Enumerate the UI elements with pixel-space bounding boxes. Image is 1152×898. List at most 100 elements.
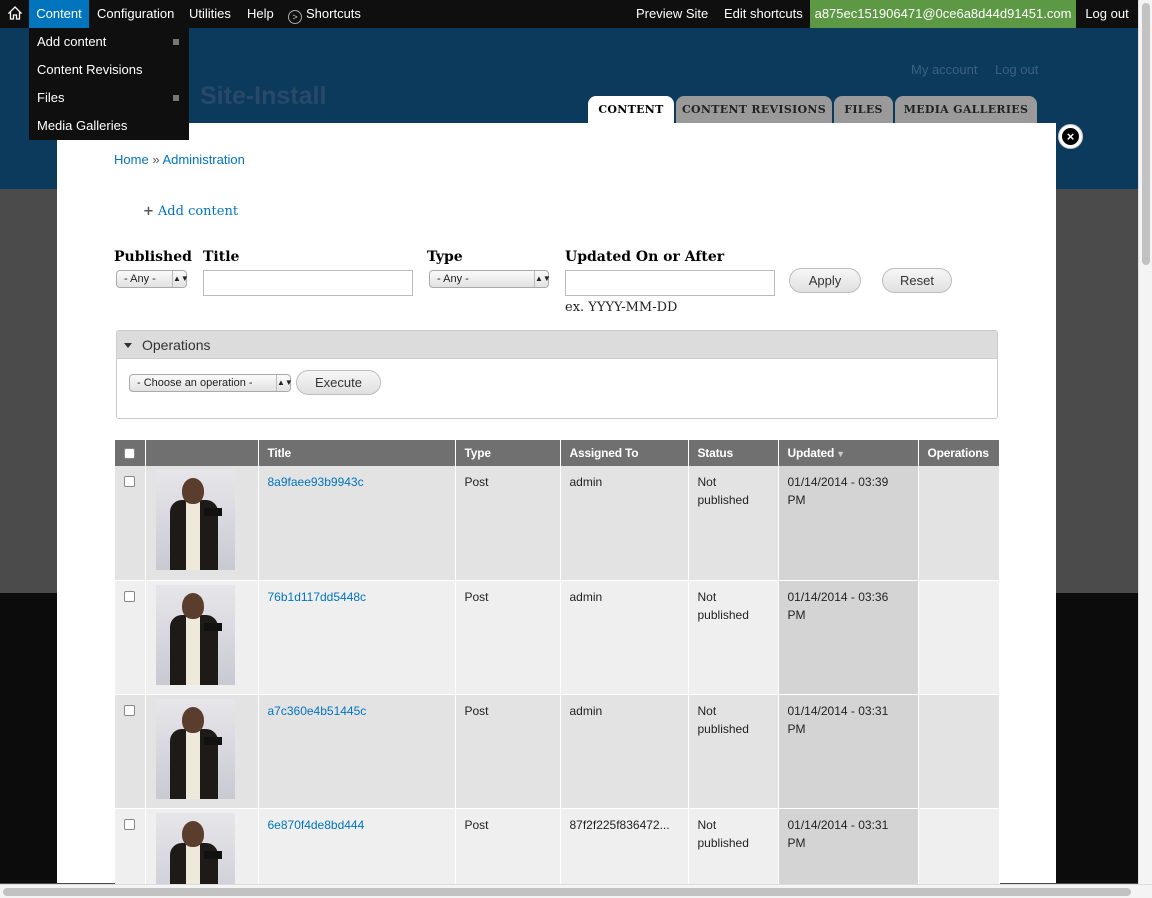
menu-item-content-revisions[interactable]: Content Revisions <box>37 56 187 84</box>
thumbnail-cell <box>145 466 259 581</box>
title-input[interactable] <box>203 270 413 296</box>
menu-item-media-galleries[interactable]: Media Galleries <box>37 112 187 140</box>
add-content-label: Add content <box>157 204 239 219</box>
vertical-scrollbar[interactable] <box>1138 0 1152 884</box>
assigned-cell: admin <box>560 466 689 581</box>
content-title-link[interactable]: a7c360e4b51445c <box>268 704 367 718</box>
type-select-value: - Any - <box>437 273 469 285</box>
vertical-scrollbar-thumb[interactable] <box>1142 3 1150 265</box>
home-button[interactable] <box>0 0 29 28</box>
header-logout-link[interactable]: Log out <box>995 62 1038 77</box>
edit-shortcuts-link[interactable]: Edit shortcuts <box>724 0 803 28</box>
tab-content[interactable]: CONTENT <box>588 96 674 123</box>
table-row: 8a9faee93b9943c Post admin Not published … <box>115 466 1000 581</box>
table-row: a7c360e4b51445c Post admin Not published … <box>115 694 1000 809</box>
row-checkbox[interactable] <box>124 476 135 487</box>
updated-line-1: 01/14/2014 - 03:31 <box>787 817 889 832</box>
status-line-2: published <box>697 835 749 850</box>
table-header-row: Title Type Assigned To Status Updated ▼ O… <box>115 440 1000 466</box>
header-assigned-to[interactable]: Assigned To <box>560 440 689 466</box>
header-type[interactable]: Type <box>455 440 561 466</box>
row-select-cell <box>115 694 146 809</box>
thumbnail-image[interactable] <box>155 584 235 685</box>
user-account-link[interactable]: a875ec151906471@0ce6a8d44d91451.com <box>810 0 1076 28</box>
type-cell: Post <box>455 580 561 695</box>
header-status[interactable]: Status <box>688 440 779 466</box>
operation-select[interactable]: - Choose an operation - ▲▼ <box>129 374 293 392</box>
published-select[interactable]: - Any - ▲▼ <box>116 270 189 288</box>
table-row: 76b1d117dd5448c Post admin Not published … <box>115 580 1000 695</box>
select-arrows-icon: ▲▼ <box>172 271 189 287</box>
menu-utilities[interactable]: Utilities <box>189 0 231 28</box>
thumbnail-image[interactable] <box>155 698 235 799</box>
admin-toolbar: Content Configuration Utilities Help > Sh… <box>0 0 1138 28</box>
date-format-hint: ex. YYYY-MM-DD <box>565 300 678 315</box>
menu-item-label: Content Revisions <box>37 62 143 77</box>
operations-legend[interactable]: Operations <box>117 331 997 359</box>
operations-cell <box>918 580 1000 695</box>
toolbar-logout-link[interactable]: Log out <box>1076 0 1138 28</box>
menu-help[interactable]: Help <box>247 0 274 28</box>
status-line-1: Not <box>697 589 717 604</box>
type-select[interactable]: - Any - ▲▼ <box>429 270 551 288</box>
apply-button[interactable]: Apply <box>789 268 861 293</box>
breadcrumb-administration[interactable]: Administration <box>162 152 244 167</box>
status-line-2: published <box>697 607 749 622</box>
content-dropdown-menu: Add content Content Revisions Files Medi… <box>29 28 189 140</box>
my-account-link[interactable]: My account <box>911 62 977 77</box>
tab-files[interactable]: FILES <box>834 96 893 123</box>
site-name[interactable]: Site-Install <box>200 82 326 111</box>
add-content-link[interactable]: + Add content <box>143 204 238 219</box>
title-cell: 76b1d117dd5448c <box>258 580 456 695</box>
updated-date-input[interactable] <box>565 270 775 296</box>
menu-item-files[interactable]: Files <box>37 84 187 112</box>
row-checkbox[interactable] <box>124 590 135 602</box>
content-title-link[interactable]: 8a9faee93b9943c <box>268 475 364 489</box>
preview-site-link[interactable]: Preview Site <box>636 0 708 28</box>
collapse-triangle-icon <box>124 343 132 348</box>
header-operations: Operations <box>918 440 1000 466</box>
menu-item-label: Files <box>37 90 65 105</box>
close-overlay-button[interactable]: × <box>1058 124 1083 149</box>
content-title-link[interactable]: 76b1d117dd5448c <box>268 590 367 604</box>
breadcrumb-home[interactable]: Home <box>114 152 149 167</box>
horizontal-scrollbar-thumb[interactable] <box>3 888 1131 896</box>
image-header <box>145 440 259 466</box>
menu-content[interactable]: Content <box>29 0 89 28</box>
reset-button[interactable]: Reset <box>882 268 952 293</box>
assigned-cell: admin <box>560 694 689 809</box>
row-checkbox[interactable] <box>124 704 135 716</box>
breadcrumb: Home » Administration <box>114 152 245 167</box>
updated-line-2: PM <box>787 607 806 622</box>
status-cell: Not published <box>688 580 779 695</box>
published-select-value: - Any - <box>124 273 156 285</box>
status-cell: Not published <box>688 694 779 809</box>
updated-line-2: PM <box>787 721 806 736</box>
header-updated[interactable]: Updated ▼ <box>778 440 919 466</box>
row-checkbox[interactable] <box>124 818 135 830</box>
updated-cell: 01/14/2014 - 03:31 PM <box>778 694 919 809</box>
operations-fieldset: Operations - Choose an operation - ▲▼ Exe… <box>116 330 998 419</box>
tab-media-galleries[interactable]: MEDIA GALLERIES <box>895 96 1037 123</box>
operations-cell <box>918 694 1000 809</box>
title-cell: a7c360e4b51445c <box>258 694 456 809</box>
header-title[interactable]: Title <box>258 440 456 466</box>
thumbnail-image[interactable] <box>155 470 235 570</box>
operations-legend-label: Operations <box>142 337 211 353</box>
content-title-link[interactable]: 6e870f4de8bd444 <box>268 818 365 832</box>
content-table: Title Type Assigned To Status Updated ▼ O… <box>115 440 1000 898</box>
menu-shortcuts[interactable]: > Shortcuts <box>288 0 361 28</box>
select-arrows-icon: ▲▼ <box>276 375 293 391</box>
execute-button[interactable]: Execute <box>296 370 381 395</box>
shortcuts-label: Shortcuts <box>306 6 361 21</box>
updated-label: Updated On or After <box>565 249 725 265</box>
select-all-checkbox[interactable] <box>124 447 135 459</box>
operation-select-value: - Choose an operation - <box>137 377 253 389</box>
menu-item-add-content[interactable]: Add content <box>37 28 187 56</box>
tab-content-revisions[interactable]: CONTENT REVISIONS <box>676 96 832 123</box>
menu-configuration[interactable]: Configuration <box>97 0 174 28</box>
status-line-1: Not <box>697 817 717 832</box>
status-line-2: published <box>697 721 749 736</box>
home-icon <box>6 6 23 21</box>
horizontal-scrollbar[interactable] <box>0 884 1152 898</box>
